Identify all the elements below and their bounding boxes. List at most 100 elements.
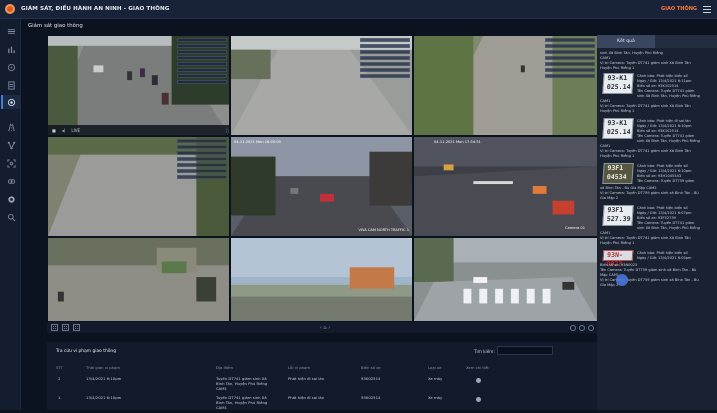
- camera-view-8[interactable]: [230, 237, 413, 322]
- app-logo-icon: [5, 4, 15, 14]
- table-row[interactable]: 1 13/4/2021 6:10pm Tuyến DT741 giám sinh…: [56, 395, 596, 413]
- plate-thumbnail[interactable]: 93N-0023: [602, 250, 634, 268]
- camera-control-bar[interactable]: ■ ◂) LIVE ⛶: [48, 125, 229, 135]
- live-label: LIVE: [71, 127, 81, 133]
- row-stt: 2: [58, 376, 61, 381]
- card-detail-line: Ngày / Giờ: 13/4/2021 6:05pm: [637, 256, 692, 260]
- camera-view-6[interactable]: 04-11-2021 Mon 17:54:51 Camera 01: [413, 136, 598, 237]
- home-icon[interactable]: [6, 26, 16, 36]
- table-row[interactable]: 2 13/4/2021 6:10pm Tuyến DT741 giám sinh…: [56, 376, 596, 394]
- sidebar: [0, 19, 21, 410]
- layout-3x3-icon[interactable]: [62, 324, 69, 331]
- view-detail-icon[interactable]: [476, 378, 481, 383]
- card-location-line: Huyện Phú Riềng 1: [600, 109, 635, 113]
- camera-overlay-panel: [177, 139, 227, 179]
- card-location-line: Gia Mập 2: [600, 196, 619, 200]
- camera-view-7[interactable]: [47, 237, 230, 322]
- app-title: GIÁM SÁT, ĐIỀU HÀNH AN NINH - GIAO THÔNG: [21, 6, 170, 12]
- link-icon[interactable]: [6, 176, 16, 186]
- col-stt: STT: [56, 365, 63, 370]
- row-stt: 1: [58, 395, 61, 400]
- chart-icon[interactable]: [6, 44, 16, 54]
- view-detail-icon[interactable]: [476, 397, 481, 402]
- radar-icon[interactable]: [6, 62, 16, 72]
- camera-label: Camera 01: [565, 226, 585, 230]
- row-type: Xe máy: [428, 376, 443, 381]
- expand-icon[interactable]: [569, 324, 576, 331]
- layout-2x2-icon[interactable]: [51, 324, 58, 331]
- plate-thumbnail[interactable]: 93F1 04534: [602, 163, 634, 184]
- volume-icon[interactable]: ◂): [62, 128, 66, 133]
- row-place: Tuyến DT741 giám sinh Xã Bình Tân, Huyện…: [216, 395, 268, 410]
- violation-table-panel: Tra cứu vi phạm giao thông Tìm kiếm: STT…: [47, 342, 598, 410]
- card-detail-line: sinh Xã Bình Tân, Huyện Phú Riềng: [637, 139, 700, 143]
- card-detail-line: Tên Camera: Tuyến DT759 giám: [637, 179, 695, 183]
- camera-view-9[interactable]: [413, 237, 598, 322]
- row-place: Tuyến DT741 giám sinh Xã Bình Tân, Huyện…: [216, 376, 268, 391]
- stop-icon[interactable]: ■: [52, 128, 56, 133]
- camera-view-2[interactable]: [230, 35, 413, 136]
- search-input[interactable]: [497, 346, 553, 355]
- plate-line-2: 04534: [606, 173, 627, 181]
- network-icon[interactable]: [6, 140, 16, 150]
- row-violation: Phát hiện đi sai làn: [288, 395, 325, 400]
- fullscreen-icon[interactable]: ⛶: [226, 128, 229, 133]
- camera-view-4[interactable]: [47, 136, 230, 237]
- plate-thumbnail[interactable]: 93-K1 025.14: [602, 118, 634, 139]
- table-header: STT Thời gian vi phạm Địa điểm Lỗi vi ph…: [56, 365, 596, 373]
- camera-timestamp: 04-11-2021 Mon 18:00:00: [234, 140, 281, 144]
- card-detail-line: sinh Xã Bình Tân, Huyện Phú Riềng: [637, 226, 700, 230]
- col-time: Thời gian vi phạm: [86, 365, 121, 370]
- search-label: Tìm kiếm:: [474, 349, 495, 354]
- camera-grid: ■ ◂) LIVE ⛶ 04-11-2021 Mon 18:00:00 VIVA…: [47, 35, 598, 322]
- camera-view-5[interactable]: 04-11-2021 Mon 18:00:00 VIVA CAM NORTH T…: [230, 136, 413, 237]
- card-location-line: Huyện Phú Riềng 1: [600, 241, 635, 245]
- col-place: Địa điểm: [216, 365, 234, 370]
- tab-results[interactable]: Kết quả: [597, 35, 655, 48]
- row-type: Xe máy: [428, 395, 443, 400]
- plate-line-1: 93F1: [607, 206, 624, 214]
- pager-controls[interactable]: ‹ ⌂ ›: [320, 325, 330, 331]
- camera-overlay-panel: [545, 38, 595, 78]
- plate-line-1: 93F1: [607, 164, 624, 172]
- camera-overlay-panel: [177, 38, 227, 84]
- record-icon[interactable]: [6, 194, 16, 204]
- face-scan-icon[interactable]: [6, 158, 16, 168]
- plate-thumbnail[interactable]: 93F1 527.39: [602, 205, 634, 226]
- camera-view-1[interactable]: ■ ◂) LIVE ⛶: [47, 35, 230, 136]
- top-right-controls: GIAO THÔNG: [661, 5, 711, 13]
- module-selector[interactable]: GIAO THÔNG: [661, 6, 697, 12]
- layout-4x4-icon[interactable]: [73, 324, 80, 331]
- col-type: Loại xe: [428, 365, 442, 370]
- row-plate: 93K02514: [361, 376, 381, 381]
- plate-line-2: 025.14: [606, 83, 631, 91]
- target-icon[interactable]: [1, 95, 20, 109]
- page-title: Giám sát giao thông: [28, 23, 83, 29]
- panel-text: Huyện Phú Riềng 1: [600, 66, 635, 70]
- grid-layout-bar: ‹ ⌂ ›: [47, 322, 598, 333]
- road-icon[interactable]: [6, 122, 16, 132]
- card-location-line: Huyện Phú Riềng 1: [600, 154, 635, 158]
- camera-overlay-panel: [360, 38, 410, 78]
- col-plate: Biển số xe: [361, 365, 381, 370]
- col-violation: Lỗi vi phạm: [288, 365, 311, 370]
- camera-view-3[interactable]: [413, 35, 598, 136]
- cursor-indicator: [616, 274, 628, 286]
- search-icon[interactable]: [6, 212, 16, 222]
- row-time: 13/4/2021 6:10pm: [86, 376, 122, 381]
- grid-actions: [569, 324, 594, 331]
- list-icon[interactable]: [6, 80, 16, 90]
- menu-icon[interactable]: [703, 5, 711, 13]
- plate-line-2: 527.39: [606, 215, 631, 223]
- row-violation: Phát hiện đi sai làn: [288, 376, 325, 381]
- plate-line-1: 93-K1: [607, 119, 628, 127]
- row-time: 13/4/2021 6:10pm: [86, 395, 122, 400]
- refresh-icon[interactable]: [578, 324, 585, 331]
- camera-timestamp: 04-11-2021 Mon 17:54:51: [434, 140, 481, 144]
- card-detail-line: sinh Xã Bình Tân, Huyện Phú Riềng: [637, 94, 700, 98]
- plate-thumbnail[interactable]: 93-K1 025.14: [602, 73, 634, 94]
- result-panel: Kết quả sinh Xã Bình Tân, Huyện Phú Riền…: [597, 35, 717, 410]
- plate-line-2: 025.14: [606, 128, 631, 136]
- settings-icon[interactable]: [587, 324, 594, 331]
- panel-header: Kết quả: [597, 35, 717, 48]
